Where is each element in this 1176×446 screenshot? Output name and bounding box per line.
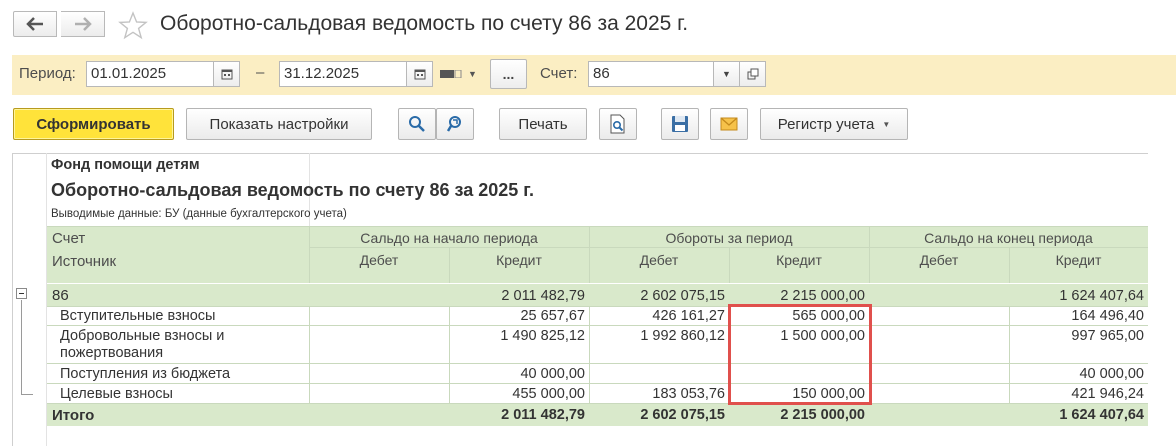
calendar-icon [221,69,232,80]
preview-button[interactable] [599,108,637,140]
report-title: Оборотно-сальдовая ведомость по счету 86… [51,180,534,200]
row-close-credit: 40 000,00 [1079,366,1144,382]
page-title: Оборотно-сальдовая ведомость по счету 86… [160,12,689,35]
show-settings-button[interactable]: Показать настройки [186,108,372,140]
row-line [47,383,1148,384]
collapse-toggle[interactable] [16,288,27,299]
period-choose-button[interactable]: ... [490,59,527,89]
row-name: Вступительные взносы [60,308,216,324]
account-field[interactable]: 86 [588,61,714,87]
row-line [47,363,1148,364]
row-open-credit: 455 000,00 [512,386,585,402]
row-close-credit: 997 965,00 [1071,328,1144,344]
scrollbar-track[interactable] [1148,153,1176,446]
header-turnover: Обороты за период [665,230,793,246]
period-bar-icon [440,70,462,78]
total-open-credit: 2 011 482,79 [501,407,585,423]
account-turn-debit: 2 602 075,15 [640,288,725,304]
account-open-credit: 2 011 482,79 [501,288,585,304]
row-open-credit: 40 000,00 [520,366,585,382]
register-button[interactable]: Регистр учета ▼ [760,108,908,140]
row-name-cont: пожертвования [60,345,164,361]
chevron-down-icon: ▼ [722,69,731,79]
report-top-border [12,153,1176,154]
arrow-right-icon [74,17,92,31]
print-preview-icon [610,114,625,134]
header-debit: Дебет [359,252,399,268]
row-line [47,325,1148,326]
search-refresh-icon [446,116,461,132]
date-to-calendar-button[interactable] [406,61,433,87]
date-to-field[interactable]: 31.12.2025 [279,61,407,87]
chevron-down-icon: ▼ [468,69,477,79]
account-dropdown-button[interactable]: ▼ [713,61,740,87]
header-debit: Дебет [639,252,679,268]
envelope-icon [720,117,738,131]
generate-button[interactable]: Сформировать [13,108,174,140]
period-type-dropdown[interactable]: ▼ [440,66,480,82]
total-close-credit: 1 624 407,64 [1059,407,1144,423]
back-button[interactable] [13,11,57,37]
send-email-button[interactable] [710,108,748,140]
header-debit: Дебет [919,252,959,268]
header-closing: Сальдо на конец периода [924,230,1093,246]
register-label: Регистр учета [777,115,875,133]
highlight-box [728,304,872,405]
header-source: Источник [52,253,117,270]
account-turn-credit: 2 215 000,00 [780,288,865,304]
account-close-credit: 1 624 407,64 [1059,288,1144,304]
period-label: Период: [19,65,76,82]
minus-icon [19,293,24,294]
header-top-line [47,226,1148,227]
row-turn-debit: 426 161,27 [652,308,725,324]
forward-button[interactable] [61,11,105,37]
chevron-down-icon: ▼ [882,119,891,129]
total-row-name: Итого [52,407,95,424]
search-icon [409,116,425,132]
row-name: Поступления из бюджета [60,366,231,382]
header-credit: Кредит [1055,252,1102,268]
col-line [309,306,310,403]
save-button[interactable] [661,108,699,140]
open-form-icon [747,68,758,80]
total-turn-credit: 2 215 000,00 [780,407,865,423]
row-close-credit: 421 946,24 [1071,386,1144,402]
calendar-icon [414,69,425,80]
favorite-star-icon[interactable] [118,11,148,40]
date-from-field[interactable]: 01.01.2025 [86,61,214,87]
header-credit: Кредит [776,252,822,268]
row-open-credit: 25 657,67 [520,308,585,324]
header-credit: Кредит [496,252,542,268]
output-note: Выводимые данные: БУ (данные бухгалтерск… [51,208,347,220]
row-name: Целевые взносы [60,386,173,402]
report-left-border [12,153,13,446]
date-from-calendar-button[interactable] [213,61,240,87]
search-button[interactable] [398,108,436,140]
save-icon [672,116,688,132]
print-button[interactable]: Печать [499,108,587,140]
row-name: Добровольные взносы и [60,328,225,344]
row-turn-debit: 1 992 860,12 [640,328,725,344]
search-settings-button[interactable] [436,108,474,140]
row-close-credit: 164 496,40 [1071,308,1144,324]
account-label: Счет: [540,65,578,82]
header-opening: Сальдо на начало периода [360,230,538,246]
row-turn-debit: 183 053,76 [652,386,725,402]
org-name: Фонд помощи детям [51,157,200,173]
row-line [47,306,1148,307]
total-turn-debit: 2 602 075,15 [640,407,725,423]
arrow-left-icon [26,17,43,31]
account-row-name: 86 [52,287,69,304]
period-dash: – [256,64,265,81]
header-account: Счет [52,230,86,247]
tree-line [21,300,22,394]
row-open-credit: 1 490 825,12 [500,328,585,344]
tree-line [21,394,33,395]
account-open-button[interactable] [739,61,766,87]
